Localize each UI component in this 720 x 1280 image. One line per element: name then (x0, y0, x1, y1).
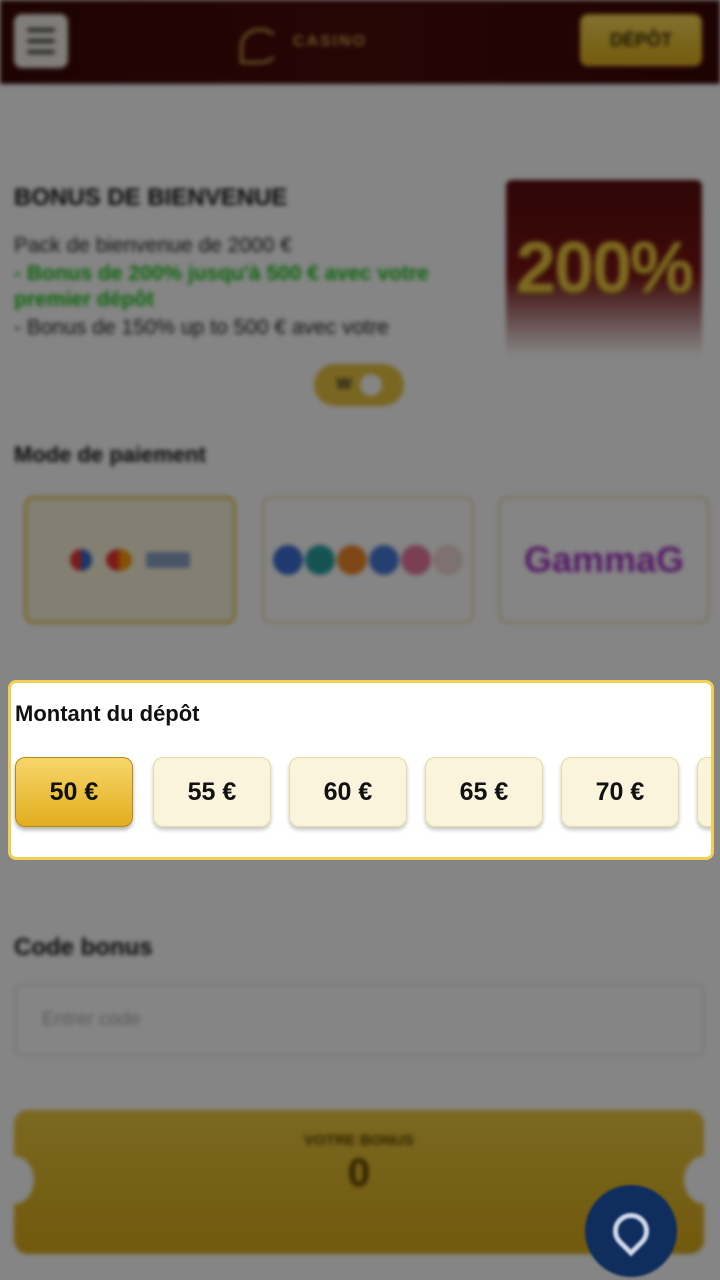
location-pin-icon (605, 1205, 657, 1257)
amount-option-60[interactable]: 60 € (289, 757, 407, 827)
amount-options: 50 € 55 € 60 € 65 € 70 € (15, 757, 711, 837)
dim-overlay (0, 0, 720, 1280)
chat-support-button[interactable] (585, 1185, 677, 1277)
amount-option-55[interactable]: 55 € (153, 757, 271, 827)
amount-option-70[interactable]: 70 € (561, 757, 679, 827)
deposit-amount-panel: Montant du dépôt 50 € 55 € 60 € 65 € 70 … (8, 680, 714, 860)
amount-option-50[interactable]: 50 € (15, 757, 133, 827)
deposit-amount-title: Montant du dépôt (15, 701, 200, 726)
amount-option-partial[interactable] (697, 757, 711, 827)
amount-option-65[interactable]: 65 € (425, 757, 543, 827)
